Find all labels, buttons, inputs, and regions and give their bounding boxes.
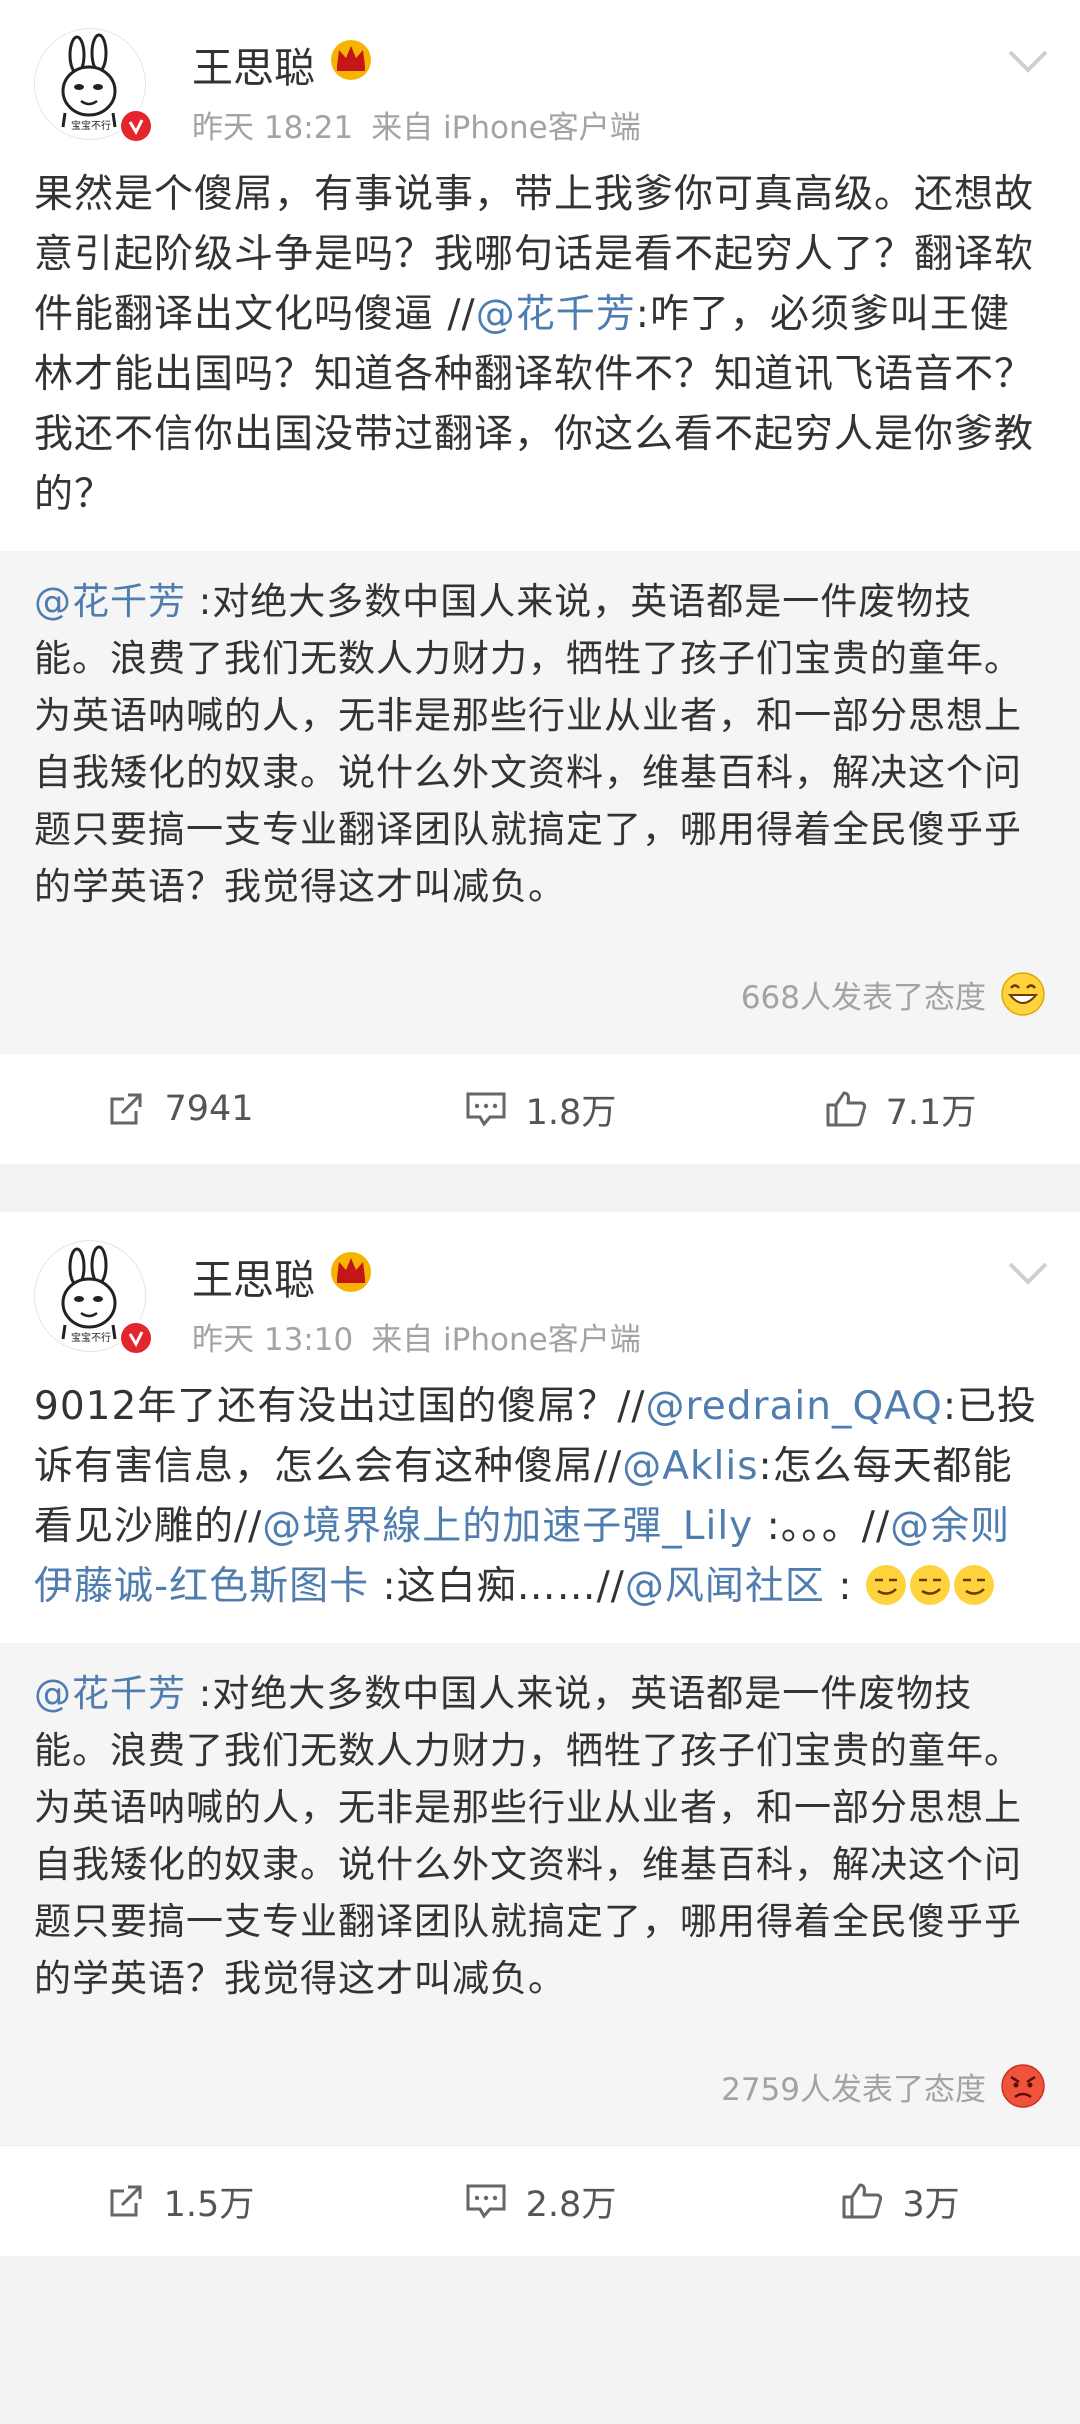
post-source: 来自 iPhone客户端 xyxy=(371,110,641,146)
action-bar: 7941 1.8万 7.1万 xyxy=(0,1053,1080,1164)
weibo-post: 宝宝不行 王思聪 昨天 18:21 来自 iPhone客户端 果然是个傻屌，有事说… xyxy=(0,0,1080,1164)
mention-link[interactable]: @花千芳 xyxy=(476,292,636,337)
comment-icon xyxy=(466,1092,506,1127)
repost-button[interactable]: 7941 xyxy=(0,1089,360,1129)
attitude-count: 2759人发表了态度 xyxy=(721,2071,986,2108)
comment-count: 1.8万 xyxy=(525,1092,617,1133)
thumbs-up-icon xyxy=(842,2183,883,2219)
post-text: : xyxy=(824,1564,866,1609)
grinning-emoji-icon xyxy=(1001,972,1045,1016)
action-bar: 1.5万 2.8万 3万 xyxy=(0,2145,1080,2256)
repost-count: 1.5万 xyxy=(163,2184,255,2225)
like-count: 7.1万 xyxy=(885,1092,977,1133)
repost-button[interactable]: 1.5万 xyxy=(0,2176,360,2227)
attitude-bar: 668人发表了态度 xyxy=(0,945,1080,1053)
attitude-summary[interactable]: 2759人发表了态度 xyxy=(721,2063,1046,2109)
attitude-summary[interactable]: 668人发表了态度 xyxy=(741,971,1046,1017)
post-meta: 昨天 13:10 来自 iPhone客户端 xyxy=(192,1314,641,1359)
avatar-caption: 宝宝不行 xyxy=(71,1331,111,1344)
like-button[interactable]: 3万 xyxy=(720,2176,1080,2227)
repost-count: 7941 xyxy=(164,1089,254,1129)
mention-link[interactable]: @境界線上的加速子彈_Lily xyxy=(262,1504,753,1549)
post-header: 宝宝不行 王思聪 昨天 13:10 来自 iPhone客户端 xyxy=(0,1212,1080,1359)
crown-vip-icon xyxy=(331,40,371,80)
post-body: 9012年了还有没出过国的傻屌？//@redrain_QAQ:已投诉有害信息，怎… xyxy=(0,1357,1080,1617)
quote-mention-link[interactable]: @花千芳 xyxy=(34,1672,186,1715)
post-time: 昨天 13:10 xyxy=(192,1322,354,1358)
username[interactable]: 王思聪 xyxy=(192,1246,315,1306)
quoted-original-post[interactable]: @花千芳 :对绝大多数中国人来说，英语都是一件废物技能。浪费了我们无数人力财力，… xyxy=(0,1643,1080,2037)
smirk-emoji-icon xyxy=(865,1564,998,1609)
comment-button[interactable]: 1.8万 xyxy=(360,1084,720,1135)
thumbs-up-icon xyxy=(826,1091,866,1127)
repost-icon xyxy=(110,1093,142,1125)
attitude-count: 668人发表了态度 xyxy=(740,979,986,1016)
quote-text: 为英语呐喊的人，无非是那些行业从业者，和一部分思想上自我矮化的奴隶。说什么外文资… xyxy=(34,1786,1022,2000)
chevron-down-icon[interactable] xyxy=(1006,1258,1050,1288)
weibo-post: 宝宝不行 王思聪 昨天 13:10 来自 iPhone客户端 9012年了还有没出… xyxy=(0,1212,1080,2256)
mention-link[interactable]: @redrain_QAQ xyxy=(646,1384,943,1429)
post-time: 昨天 18:21 xyxy=(192,110,354,146)
repost-icon xyxy=(110,2185,142,2217)
post-separator xyxy=(0,1164,1080,1212)
verified-badge-icon xyxy=(118,1320,154,1356)
comment-count: 2.8万 xyxy=(525,2184,617,2225)
angry-emoji-icon xyxy=(1001,2064,1045,2108)
post-text: 9012年了还有没出过国的傻屌？// xyxy=(34,1384,646,1429)
mention-link[interactable]: @风闻社区 xyxy=(625,1564,825,1609)
comment-icon xyxy=(466,2184,506,2219)
avatar-caption: 宝宝不行 xyxy=(71,119,111,132)
mention-link[interactable]: @Aklis xyxy=(622,1444,758,1489)
chevron-down-icon[interactable] xyxy=(1006,46,1050,76)
like-button[interactable]: 7.1万 xyxy=(720,1084,1080,1135)
post-source: 来自 iPhone客户端 xyxy=(371,1322,641,1358)
crown-vip-icon xyxy=(331,1252,371,1292)
quote-mention-link[interactable]: @花千芳 xyxy=(34,580,186,623)
verified-badge-icon xyxy=(118,108,154,144)
like-count: 3万 xyxy=(902,2184,960,2225)
post-meta: 昨天 18:21 来自 iPhone客户端 xyxy=(192,102,641,147)
post-body: 果然是个傻屌，有事说事，带上我爹你可真高级。还想故意引起阶级斗争是吗？我哪句话是… xyxy=(0,145,1080,525)
comment-button[interactable]: 2.8万 xyxy=(360,2176,720,2227)
quote-text: 为英语呐喊的人，无非是那些行业从业者，和一部分思想上自我矮化的奴隶。说什么外文资… xyxy=(34,694,1022,908)
username[interactable]: 王思聪 xyxy=(192,34,315,94)
attitude-bar: 2759人发表了态度 xyxy=(0,2037,1080,2145)
post-text: :这白痴……// xyxy=(369,1564,625,1609)
quoted-original-post[interactable]: @花千芳 :对绝大多数中国人来说，英语都是一件废物技能。浪费了我们无数人力财力，… xyxy=(0,551,1080,945)
post-text: :。。。// xyxy=(753,1504,891,1549)
post-header: 宝宝不行 王思聪 昨天 18:21 来自 iPhone客户端 xyxy=(0,0,1080,147)
